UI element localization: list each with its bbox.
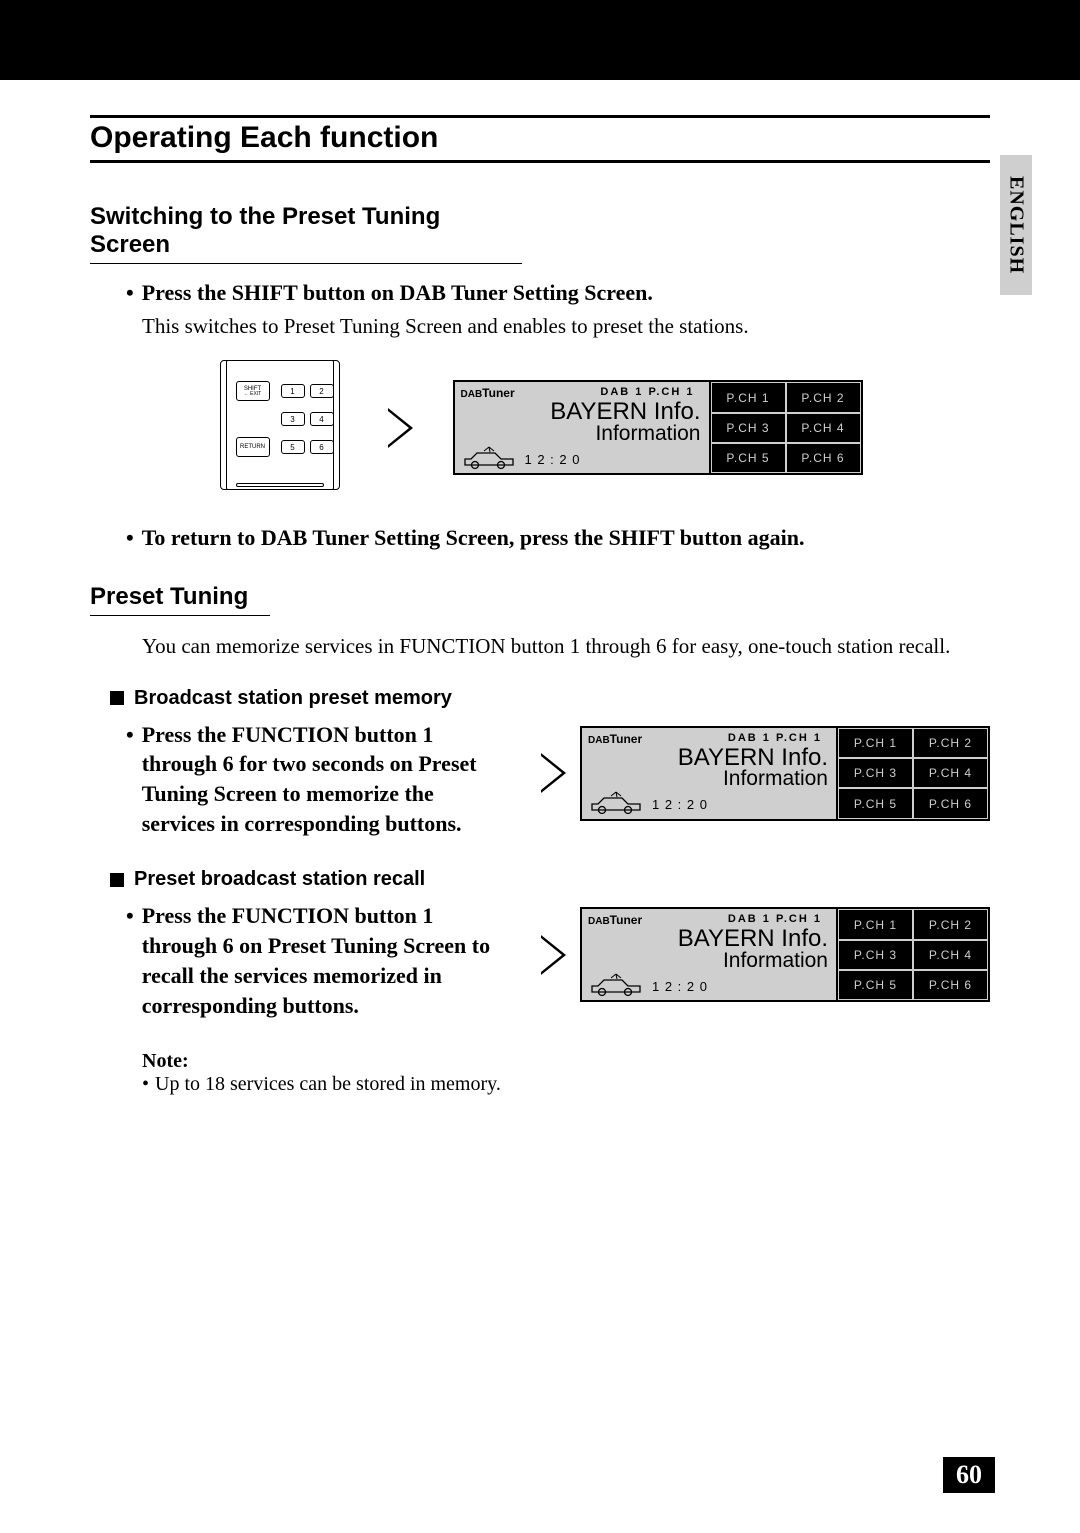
lcd-pch-2: P.CH 2: [786, 382, 861, 412]
remote-diagram: SHIFT ← EXIT 1 2 3 4 RETURN 5 6: [218, 360, 348, 495]
step-body: This switches to Preset Tuning Screen an…: [142, 312, 990, 340]
lcd-pch-3: P.CH 3: [711, 413, 786, 443]
remote-return-button: RETURN: [236, 437, 270, 457]
lcd-screen-1: DABTuner DAB 1 P.CH 1 BAYERN Info. Infor…: [453, 380, 863, 475]
note-item: • Up to 18 services can be stored in mem…: [142, 1073, 990, 1096]
top-black-band: [0, 0, 1080, 80]
bullet-dot: •: [126, 901, 134, 1020]
lcd-time: 1 2 : 2 0: [525, 452, 581, 467]
lcd-pch-4: P.CH 4: [786, 413, 861, 443]
lcd-sub-text: Information: [461, 424, 703, 444]
remote-btn-5: 5: [281, 440, 305, 454]
square-bullet-icon: [110, 691, 124, 705]
recall-step: • Press the FUNCTION button 1 through 6 …: [126, 901, 511, 1020]
bullet-dot: •: [126, 525, 134, 551]
remote-btn-6: 6: [310, 440, 334, 454]
memory-step: • Press the FUNCTION button 1 through 6 …: [126, 720, 511, 839]
pointer-icon: [541, 935, 566, 975]
return-text: To return to DAB Tuner Setting Screen, p…: [142, 525, 805, 551]
preset-intro: You can memorize services in FUNCTION bu…: [142, 632, 990, 660]
bullet-dot: •: [126, 280, 134, 306]
pointer-icon: [388, 408, 413, 448]
remote-btn-4: 4: [310, 412, 334, 426]
step-press-shift: • Press the SHIFT button on DAB Tuner Se…: [126, 280, 990, 306]
lcd-screen-2: DABTuner DAB 1 P.CH 1 BAYERN Info. Infor…: [580, 726, 990, 821]
memory-heading: Broadcast station preset memory: [110, 687, 990, 710]
section-title: Operating Each function: [90, 115, 990, 163]
preset-heading: Preset Tuning: [90, 583, 270, 616]
switching-heading: Switching to the Preset Tuning Screen: [90, 203, 522, 264]
return-note: • To return to DAB Tuner Setting Screen,…: [126, 525, 990, 551]
page-number: 60: [943, 1457, 995, 1493]
figure-row-1: SHIFT ← EXIT 1 2 3 4 RETURN 5 6 DABTuner…: [90, 360, 990, 495]
lcd-screen-3: DABTuner DAB 1 P.CH 1 BAYERN Info. Infor…: [580, 907, 990, 1002]
lcd-main-text: BAYERN Info.: [461, 401, 703, 424]
remote-btn-3: 3: [281, 412, 305, 426]
pointer-icon: [541, 753, 566, 793]
lcd-pch-1: P.CH 1: [711, 382, 786, 412]
car-icon: [588, 974, 644, 998]
bullet-dot: •: [126, 720, 134, 839]
car-icon: [461, 447, 517, 471]
car-icon: [588, 792, 644, 816]
recall-heading: Preset broadcast station recall: [110, 868, 990, 891]
square-bullet-icon: [110, 873, 124, 887]
lcd-pch-6: P.CH 6: [786, 443, 861, 473]
step-text: Press the SHIFT button on DAB Tuner Sett…: [142, 280, 653, 306]
remote-btn-2: 2: [310, 384, 334, 398]
remote-shift-button: SHIFT ← EXIT: [236, 381, 270, 401]
note-label: Note:: [142, 1050, 990, 1073]
lcd-pch-5: P.CH 5: [711, 443, 786, 473]
remote-btn-1: 1: [281, 384, 305, 398]
